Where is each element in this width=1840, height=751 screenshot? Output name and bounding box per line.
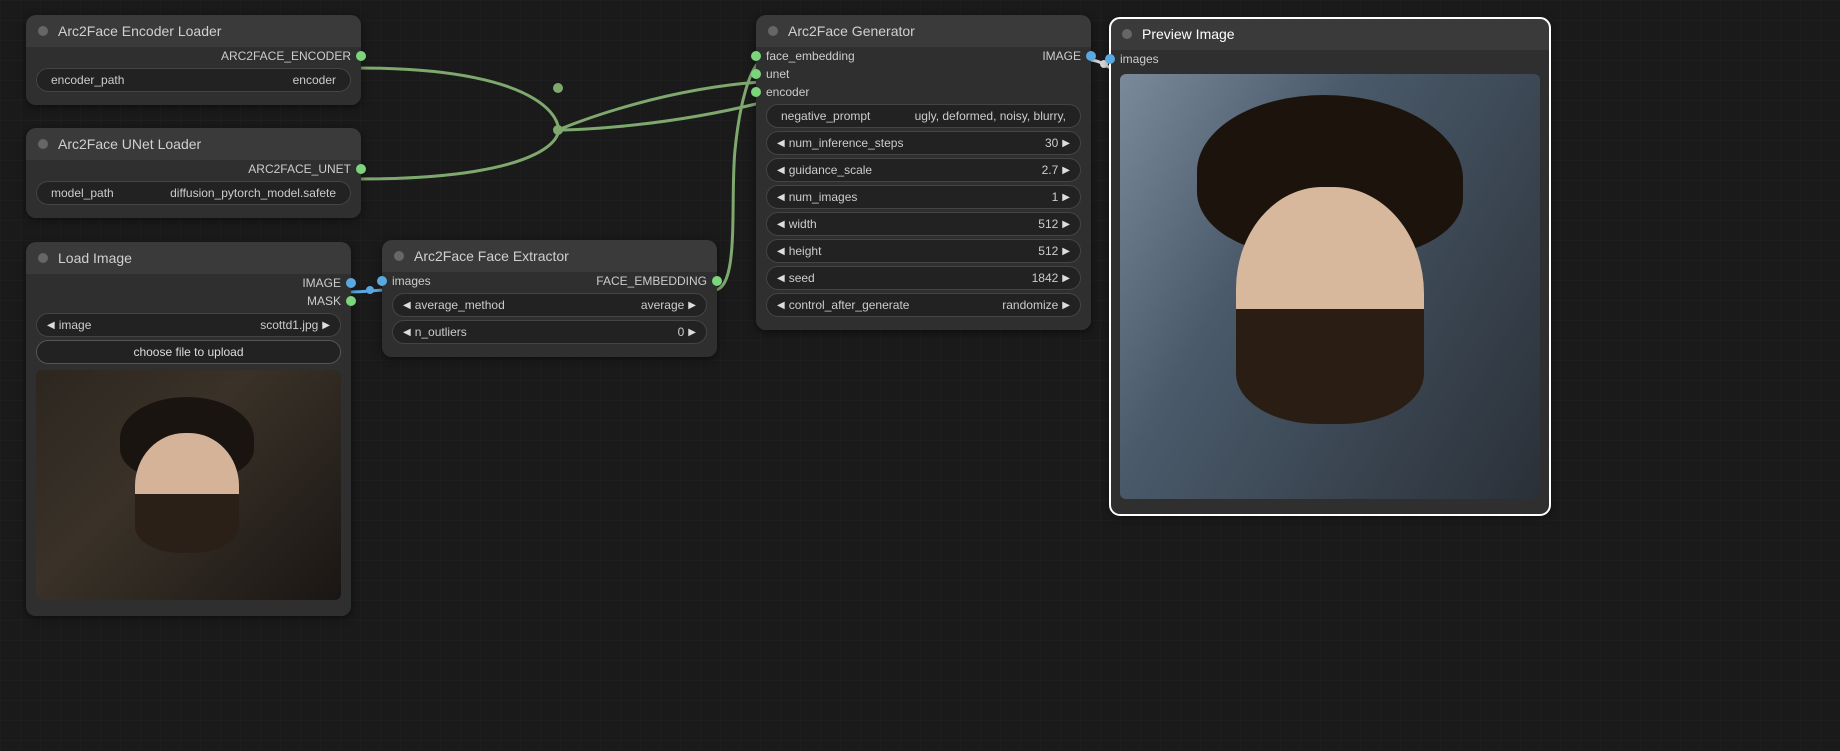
collapse-dot-icon[interactable] xyxy=(1122,29,1132,39)
node-header[interactable]: Preview Image xyxy=(1110,18,1550,50)
node-header[interactable]: Arc2Face UNet Loader xyxy=(26,128,361,160)
widget-guidance-scale[interactable]: ◀ guidance_scale 2.7 ▶ xyxy=(766,158,1081,182)
node-title: Arc2Face UNet Loader xyxy=(58,136,201,152)
collapse-dot-icon[interactable] xyxy=(394,251,404,261)
widget-n-outliers[interactable]: ◀ n_outliers 0 ▶ xyxy=(392,320,707,344)
chevron-right-icon[interactable]: ▶ xyxy=(1062,165,1070,176)
chevron-left-icon[interactable]: ◀ xyxy=(47,320,55,331)
chevron-right-icon[interactable]: ▶ xyxy=(322,320,330,331)
output-port[interactable] xyxy=(1086,51,1096,61)
node-encoder-loader[interactable]: Arc2Face Encoder Loader ARC2FACE_ENCODER… xyxy=(26,15,361,105)
input-port[interactable] xyxy=(377,276,387,286)
chevron-left-icon[interactable]: ◀ xyxy=(777,138,785,149)
chevron-left-icon[interactable]: ◀ xyxy=(777,192,785,203)
node-title: Load Image xyxy=(58,250,132,266)
chevron-left-icon[interactable]: ◀ xyxy=(777,300,785,311)
widget-image-select[interactable]: ◀ image scottd1.jpg ▶ xyxy=(36,313,341,337)
chevron-right-icon[interactable]: ▶ xyxy=(1062,273,1070,284)
output-port-image: IMAGE xyxy=(302,276,341,290)
node-title: Preview Image xyxy=(1142,26,1235,42)
output-port[interactable] xyxy=(356,164,366,174)
widget-encoder-path[interactable]: encoder_path encoder xyxy=(36,68,351,92)
input-image-preview xyxy=(36,370,341,600)
chevron-right-icon[interactable]: ▶ xyxy=(1062,192,1070,203)
face-image-placeholder xyxy=(103,393,271,577)
chevron-left-icon[interactable]: ◀ xyxy=(403,300,411,311)
collapse-dot-icon[interactable] xyxy=(38,253,48,263)
widget-num-images[interactable]: ◀ num_images 1 ▶ xyxy=(766,185,1081,209)
chevron-left-icon[interactable]: ◀ xyxy=(777,165,785,176)
node-unet-loader[interactable]: Arc2Face UNet Loader ARC2FACE_UNET model… xyxy=(26,128,361,218)
widget-control-after-generate[interactable]: ◀ control_after_generate randomize ▶ xyxy=(766,293,1081,317)
output-port[interactable] xyxy=(712,276,722,286)
node-header[interactable]: Arc2Face Encoder Loader xyxy=(26,15,361,47)
node-preview-image[interactable]: Preview Image images xyxy=(1110,18,1550,515)
widget-model-path[interactable]: model_path diffusion_pytorch_model.safet… xyxy=(36,181,351,205)
input-port-unet[interactable] xyxy=(751,69,761,79)
collapse-dot-icon[interactable] xyxy=(768,26,778,36)
widget-num-inference-steps[interactable]: ◀ num_inference_steps 30 ▶ xyxy=(766,131,1081,155)
node-face-extractor[interactable]: Arc2Face Face Extractor images FACE_EMBE… xyxy=(382,240,717,357)
chevron-right-icon[interactable]: ▶ xyxy=(1062,246,1070,257)
widget-average-method[interactable]: ◀ average_method average ▶ xyxy=(392,293,707,317)
node-header[interactable]: Arc2Face Face Extractor xyxy=(382,240,717,272)
generated-face-placeholder xyxy=(1179,95,1481,478)
node-header[interactable]: Load Image xyxy=(26,242,351,274)
node-title: Arc2Face Encoder Loader xyxy=(58,23,221,39)
input-port-encoder[interactable] xyxy=(751,87,761,97)
node-title: Arc2Face Generator xyxy=(788,23,915,39)
input-port-face-embedding[interactable] xyxy=(751,51,761,61)
widget-height[interactable]: ◀ height 512 ▶ xyxy=(766,239,1081,263)
upload-button[interactable]: choose file to upload xyxy=(36,340,341,364)
chevron-left-icon[interactable]: ◀ xyxy=(777,219,785,230)
chevron-right-icon[interactable]: ▶ xyxy=(1062,300,1070,311)
input-port-images[interactable] xyxy=(1105,54,1115,64)
chevron-right-icon[interactable]: ▶ xyxy=(1062,138,1070,149)
output-port-label: ARC2FACE_UNET xyxy=(248,162,351,176)
output-port[interactable] xyxy=(356,51,366,61)
output-port-label: IMAGE xyxy=(1042,49,1081,63)
input-port-label: images xyxy=(392,274,431,288)
chevron-right-icon[interactable]: ▶ xyxy=(1062,219,1070,230)
chevron-left-icon[interactable]: ◀ xyxy=(777,246,785,257)
node-load-image[interactable]: Load Image IMAGE MASK ◀ image scottd1.jp… xyxy=(26,242,351,616)
widget-width[interactable]: ◀ width 512 ▶ xyxy=(766,212,1081,236)
widget-negative-prompt[interactable]: negative_prompt ugly, deformed, noisy, b… xyxy=(766,104,1081,128)
widget-seed[interactable]: ◀ seed 1842 ▶ xyxy=(766,266,1081,290)
output-port-label: FACE_EMBEDDING xyxy=(596,274,707,288)
output-port[interactable] xyxy=(346,296,356,306)
node-title: Arc2Face Face Extractor xyxy=(414,248,569,264)
chevron-right-icon[interactable]: ▶ xyxy=(688,327,696,338)
chevron-left-icon[interactable]: ◀ xyxy=(777,273,785,284)
chevron-left-icon[interactable]: ◀ xyxy=(403,327,411,338)
collapse-dot-icon[interactable] xyxy=(38,26,48,36)
output-port-label: ARC2FACE_ENCODER xyxy=(221,49,351,63)
node-header[interactable]: Arc2Face Generator xyxy=(756,15,1091,47)
node-generator[interactable]: Arc2Face Generator face_embedding IMAGE … xyxy=(756,15,1091,330)
output-port-mask: MASK xyxy=(307,294,341,308)
output-port[interactable] xyxy=(346,278,356,288)
output-image-preview xyxy=(1120,74,1540,499)
collapse-dot-icon[interactable] xyxy=(38,139,48,149)
chevron-right-icon[interactable]: ▶ xyxy=(688,300,696,311)
